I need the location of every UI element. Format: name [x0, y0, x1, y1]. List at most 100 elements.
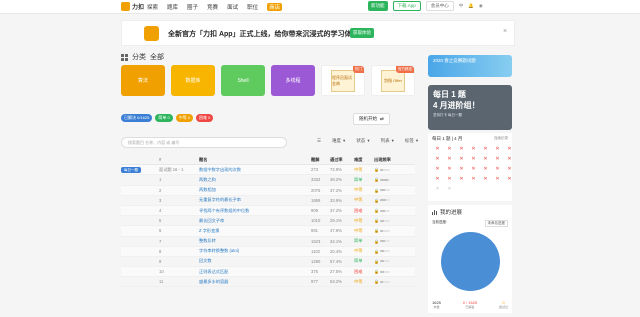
tile-database[interactable]: 数据库	[171, 65, 215, 96]
calendar-day[interactable]: ·	[504, 186, 515, 195]
random-start-button[interactable]: 随机开始 ⇄	[353, 113, 390, 125]
problem-title-link[interactable]: 两数相加	[199, 187, 311, 193]
table-row[interactable]: 8 字符串转换整数 (atoi) 1102 20.4% 中等 🔒	[121, 246, 415, 257]
calendar-day[interactable]: ✕	[456, 166, 467, 175]
calendar-day[interactable]: ✕	[504, 146, 515, 155]
problem-title-link[interactable]: 整数反转	[199, 238, 311, 244]
calendar-link[interactable]: 连续纪录	[494, 136, 508, 142]
daily-badge[interactable]: 每日一题	[121, 166, 141, 173]
avatar[interactable]: ◉	[479, 3, 483, 9]
calendar-day[interactable]: ✕	[432, 156, 443, 165]
col-solutions[interactable]: 题解	[311, 157, 330, 163]
table-row[interactable]: 11 盛最多水的容器 977 63.2% 中等 🔒	[121, 277, 415, 288]
calendar-day[interactable]: ✕	[504, 156, 515, 165]
progress-select[interactable]: 未命名进度	[484, 220, 508, 227]
col-index[interactable]: #	[159, 157, 199, 162]
filter-lists[interactable]: 列表 ▾	[381, 138, 394, 144]
calendar-day[interactable]: ✕	[492, 176, 503, 185]
calendar-day[interactable]: ✕	[468, 176, 479, 185]
tile-shell[interactable]: Shell	[221, 65, 265, 96]
calendar-day[interactable]: ✕	[444, 176, 455, 185]
calendar-day[interactable]: ✕	[432, 166, 443, 175]
tag-easy[interactable]: 简单 0	[155, 114, 173, 122]
language-switch[interactable]: 中	[459, 3, 464, 9]
lock-icon[interactable]: 🔒	[374, 167, 379, 172]
tile-interview-book[interactable]: 热门 程序员面试金典	[321, 65, 365, 96]
table-row[interactable]: 每日一题 面试题 16 - 1 数组中数字出现的次数 273 72.9% 中等 🔒	[121, 165, 415, 176]
lock-icon[interactable]: 🔒	[374, 239, 379, 244]
table-row[interactable]: 2 两数相加 2075 37.2% 中等 🔒	[121, 185, 415, 196]
calendar-day[interactable]: ✕	[480, 176, 491, 185]
calendar-day[interactable]: ✕	[456, 176, 467, 185]
calendar-day[interactable]: ✕	[504, 176, 515, 185]
lock-icon[interactable]: 🔒	[374, 198, 379, 203]
tile-concurrency[interactable]: 多线程	[271, 65, 315, 96]
lock-icon[interactable]: 🔒	[374, 279, 379, 284]
calendar-day[interactable]: ✕	[468, 156, 479, 165]
calendar-day[interactable]: ✕	[492, 166, 503, 175]
col-acceptance[interactable]: 通过率	[330, 157, 354, 163]
problem-title-link[interactable]: 盛最多水的容器	[199, 279, 311, 285]
nav-item-circle[interactable]: 圈子	[187, 3, 198, 11]
table-row[interactable]: 9 回文数 1290 57.4% 简单 🔒	[121, 257, 415, 268]
problem-title-link[interactable]: 无重复字符的最长子串	[199, 197, 311, 203]
table-row[interactable]: 1 两数之和 3332 48.2% 简单 🔒	[121, 175, 415, 186]
member-center-button[interactable]: 会员中心	[425, 1, 454, 11]
calendar-day[interactable]: ✕	[432, 146, 443, 155]
nav-item-jobs[interactable]: 职位	[247, 3, 258, 11]
calendar-day[interactable]: ✕	[444, 166, 455, 175]
problem-title-link[interactable]: 字符串转换整数 (atoi)	[199, 248, 311, 254]
nav-item-explore[interactable]: 探索	[147, 3, 158, 11]
table-row[interactable]: 6 Z 字形变换 691 47.6% 中等 🔒	[121, 226, 415, 237]
banner-cta-button[interactable]: 获取体验	[350, 28, 374, 38]
problem-title-link[interactable]: 最长回文子串	[199, 218, 311, 224]
calendar-day[interactable]: ·	[456, 186, 467, 195]
table-row[interactable]: 7 整数反转 1523 34.1% 简单 🔒	[121, 237, 415, 247]
calendar-day[interactable]: ✕	[492, 156, 503, 165]
table-row[interactable]: 4 寻找两个有序数组的中位数 909 37.2% 困难 🔒	[121, 205, 415, 217]
filter-tags[interactable]: 标签 ▾	[405, 138, 418, 144]
col-frequency[interactable]: 出现频率	[374, 157, 404, 163]
col-title[interactable]: 题名	[199, 157, 311, 163]
calendar-day[interactable]: ·	[468, 186, 479, 195]
lock-icon[interactable]: 🔒	[374, 228, 379, 233]
calendar-day[interactable]: ·	[480, 186, 491, 195]
new-feature-button[interactable]: 新功能	[368, 1, 388, 11]
tag-medium[interactable]: 中等 0	[175, 114, 194, 122]
filter-list[interactable]: ☰	[317, 138, 321, 144]
filter-status[interactable]: 状态 ▾	[356, 138, 369, 144]
col-difficulty[interactable]: 难度	[354, 157, 374, 163]
lock-icon[interactable]: 🔒	[374, 259, 379, 264]
nav-item-interview[interactable]: 面试	[227, 3, 238, 11]
lock-icon[interactable]: 🔒	[374, 188, 379, 193]
table-row[interactable]: 5 最长回文子串 1010 29.1% 中等 🔒	[121, 216, 415, 227]
calendar-day[interactable]: ✕	[480, 166, 491, 175]
filter-difficulty[interactable]: 难度 ▾	[332, 138, 345, 144]
close-icon[interactable]: ×	[503, 28, 507, 35]
calendar-day[interactable]: ✕	[432, 176, 443, 185]
problem-title-link[interactable]: 数组中数字出现的次数	[199, 167, 311, 173]
calendar-day[interactable]: ✕	[492, 146, 503, 155]
calendar-day[interactable]: ·	[492, 186, 503, 195]
daily-challenge-banner[interactable]: 每日 1 题 4 月进阶组！ 坚持打卡 每日一题	[428, 85, 512, 130]
tile-algorithm[interactable]: 算法	[121, 65, 165, 96]
lock-icon[interactable]: 🔒	[374, 249, 379, 254]
bell-icon[interactable]: 🔔	[468, 3, 474, 9]
problem-title-link[interactable]: 正则表达式匹配	[199, 269, 311, 275]
calendar-day[interactable]: ✕	[480, 146, 491, 155]
nav-item-contest[interactable]: 竞赛	[207, 3, 218, 11]
calendar-day[interactable]: ✕	[444, 186, 455, 195]
table-row[interactable]: 3 无重复字符的最长子串 1959 33.9% 中等 🔒	[121, 196, 415, 206]
calendar-day[interactable]: ✕	[468, 146, 479, 155]
problem-title-link[interactable]: 回文数	[199, 258, 311, 264]
search-input[interactable]: 搜索题目 名称、内容 或 编号	[121, 137, 287, 148]
problem-title-link[interactable]: 寻找两个有序数组的中位数	[199, 208, 311, 214]
lock-icon[interactable]: 🔒	[374, 177, 379, 182]
calendar-day[interactable]: ✕	[444, 156, 455, 165]
tag-solved[interactable]: 已解决 0/1625	[121, 114, 153, 122]
table-row[interactable]: 10 正则表达式匹配 375 27.5% 困难 🔒	[121, 267, 415, 278]
calendar-day[interactable]: ✕	[444, 146, 455, 155]
problem-title-link[interactable]: 两数之和	[199, 177, 311, 183]
calendar-day[interactable]: ✕	[480, 156, 491, 165]
lock-icon[interactable]: 🔒	[374, 269, 379, 274]
